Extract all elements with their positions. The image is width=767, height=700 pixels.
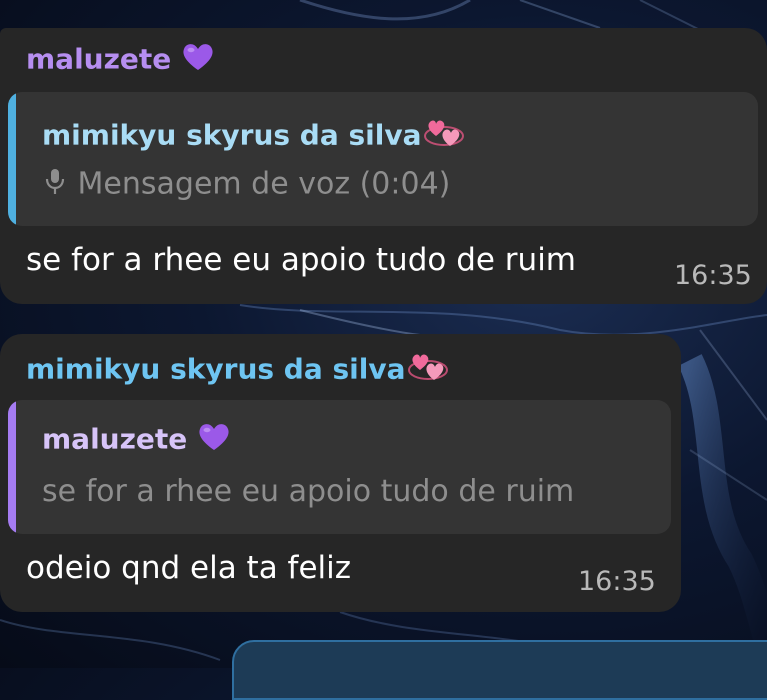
quote-author: maluzete [42, 422, 231, 459]
purple-heart-icon [197, 422, 231, 459]
sender-name[interactable]: maluzete [26, 43, 171, 76]
revolving-hearts-icon [406, 350, 450, 391]
message-sender[interactable]: mimikyu skyrus da silva [26, 350, 450, 391]
next-message-bubble[interactable] [232, 640, 767, 700]
message-bubble-2[interactable]: mimikyu skyrus da silva maluzete se for … [0, 334, 681, 612]
purple-heart-icon [181, 42, 215, 79]
message-text: se for a rhee eu apoio tudo de ruim [26, 242, 577, 278]
message-time: 16:35 [674, 260, 752, 291]
quote-content: Mensagem de voz (0:04) [42, 166, 450, 204]
quote-bar [8, 92, 16, 226]
revolving-hearts-icon [422, 116, 466, 157]
quote-author: mimikyu skyrus da silva [42, 116, 466, 157]
sender-name[interactable]: mimikyu skyrus da silva [26, 353, 406, 386]
microphone-icon [42, 166, 68, 204]
message-time: 16:35 [578, 566, 656, 597]
message-text: odeio qnd ela ta feliz [26, 550, 352, 586]
reply-quote[interactable]: maluzete se for a rhee eu apoio tudo de … [8, 400, 671, 534]
message-bubble-1[interactable]: maluzete mimikyu skyrus da silva Mensage… [0, 28, 767, 304]
quote-content: se for a rhee eu apoio tudo de ruim [42, 474, 575, 509]
reply-quote[interactable]: mimikyu skyrus da silva Mensagem de voz … [8, 92, 758, 226]
voice-message-label: Mensagem de voz (0:04) [77, 166, 451, 202]
quote-bar [8, 400, 16, 534]
message-sender[interactable]: maluzete [26, 42, 215, 79]
